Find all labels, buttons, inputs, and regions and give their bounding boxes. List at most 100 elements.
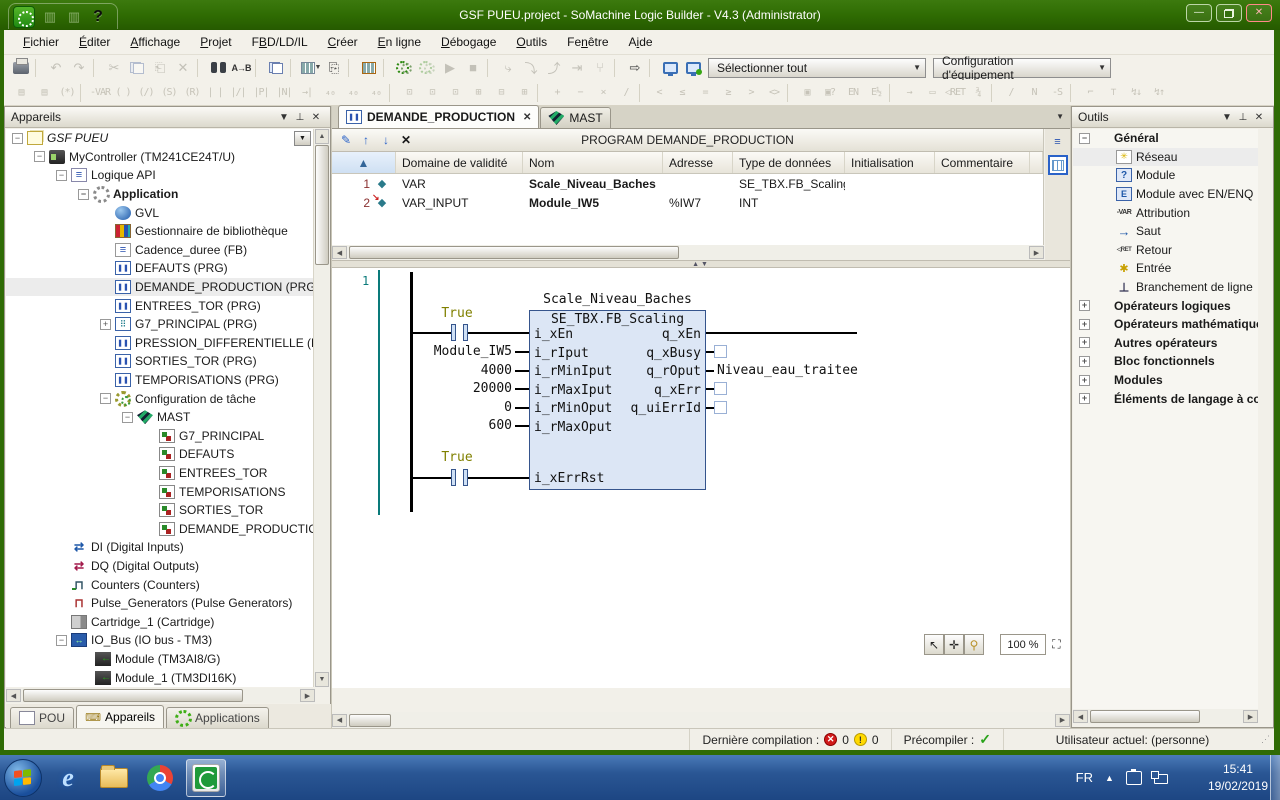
declaration-row[interactable]: 1 VAR Scale_Niveau_Baches SE_TBX.FB_Scal… xyxy=(332,174,1043,193)
ld-toolbar-icon[interactable]: − xyxy=(569,83,591,103)
cell-scope[interactable]: VAR xyxy=(396,174,523,193)
cell-init[interactable] xyxy=(845,174,935,193)
device-tree-item[interactable]: G7_PRINCIPAL xyxy=(6,427,315,446)
cell-comment[interactable] xyxy=(935,193,1030,212)
find-icon[interactable] xyxy=(207,57,229,78)
input-operand[interactable]: 4000 xyxy=(372,363,512,378)
pin-icon[interactable]: ⊥ xyxy=(292,110,308,125)
device-tree-item[interactable]: Module_1 (TM3DI16K) xyxy=(6,668,315,687)
tree-expander-icon[interactable] xyxy=(1101,189,1112,200)
device-add-icon[interactable] xyxy=(682,57,704,78)
output-placeholder-box[interactable] xyxy=(714,401,727,414)
fb-input-pin[interactable]: i_rMaxOput xyxy=(534,420,612,435)
help-icon[interactable]: ? xyxy=(89,8,107,26)
fb-input-pin[interactable]: i_xErrRst xyxy=(534,471,604,486)
tab-demande-production[interactable]: DEMANDE_PRODUCTION ✕ xyxy=(338,105,539,128)
input-operand[interactable]: Module_IW5 xyxy=(372,344,512,359)
tree-expander-icon[interactable]: + xyxy=(1079,393,1090,404)
column-header-scope[interactable]: Domaine de validité xyxy=(396,152,523,173)
close-tab-icon[interactable]: ✕ xyxy=(523,112,531,123)
tool-item[interactable]: + Modules xyxy=(1073,371,1258,390)
tool-item[interactable]: + Bloc fonctionnels xyxy=(1073,352,1258,371)
ld-toolbar-icon[interactable]: ⊡ xyxy=(398,83,420,103)
canvas-hscrollbar[interactable]: ◀ ▶ xyxy=(332,712,1070,728)
device-tree-item[interactable]: DEMANDE_PRODUCTION xyxy=(6,519,315,538)
ld-toolbar-icon[interactable]: + xyxy=(546,83,568,103)
tree-expander-icon[interactable]: + xyxy=(1079,319,1090,330)
tree-expander-icon[interactable]: − xyxy=(34,151,45,162)
new-network-icon[interactable]: ▼ xyxy=(300,57,322,78)
ld-toolbar-icon[interactable] xyxy=(389,84,396,102)
ld-toolbar-icon[interactable]: -VAR xyxy=(89,83,111,103)
cut-icon[interactable]: ✂ xyxy=(103,57,125,78)
tree-expander-icon[interactable]: + xyxy=(1079,375,1090,386)
tree-expander-icon[interactable] xyxy=(1101,263,1112,274)
scroll-down-icon[interactable]: ▼ xyxy=(315,672,329,687)
tree-expander-icon[interactable] xyxy=(56,616,67,627)
tree-expander-icon[interactable] xyxy=(100,282,111,293)
run-icon[interactable]: ▶ xyxy=(439,57,461,78)
ld-toolbar-icon[interactable]: (*) xyxy=(56,83,78,103)
taskbar-chrome[interactable] xyxy=(140,759,180,797)
tree-expander-icon[interactable]: − xyxy=(12,133,23,144)
tree-expander-icon[interactable]: − xyxy=(56,635,67,646)
ld-toolbar-icon[interactable] xyxy=(639,84,646,102)
ld-toolbar-icon[interactable]: ▤ xyxy=(10,83,32,103)
column-header-comment[interactable]: Commentaire xyxy=(935,152,1030,173)
contact-operand[interactable]: True xyxy=(422,306,492,321)
ld-toolbar-icon[interactable]: <> xyxy=(763,83,785,103)
ld-toolbar-icon[interactable]: |P| xyxy=(250,83,272,103)
pin-icon[interactable]: ⊥ xyxy=(1235,110,1251,125)
navigator-tab[interactable]: POU xyxy=(10,707,74,728)
tree-expander-icon[interactable] xyxy=(100,356,111,367)
copy-icon[interactable] xyxy=(126,57,148,78)
menu-item[interactable]: Fenêtre xyxy=(558,32,617,52)
device-tree-item[interactable]: PRESSION_DIFFERENTIELLE (PRG) xyxy=(6,334,315,353)
device-tree-item[interactable]: − MAST xyxy=(6,408,315,427)
tree-expander-icon[interactable] xyxy=(1101,151,1112,162)
ld-toolbar-icon[interactable]: / xyxy=(1000,83,1022,103)
tree-expander-icon[interactable]: + xyxy=(100,319,111,330)
cell-address[interactable]: %IW7 xyxy=(663,193,733,212)
menu-item[interactable]: Affichage xyxy=(121,32,189,52)
device-tree-item[interactable]: DI (Digital Inputs) xyxy=(6,538,315,557)
ld-toolbar-icon[interactable]: → xyxy=(898,83,920,103)
tool-item[interactable]: Réseau xyxy=(1073,148,1258,167)
start-button[interactable] xyxy=(4,759,42,797)
tree-expander-icon[interactable] xyxy=(56,598,67,609)
ld-toolbar-icon[interactable]: ▣ xyxy=(796,83,818,103)
declaration-hscrollbar[interactable]: ◀ ▶ xyxy=(332,245,1044,260)
device-tree-hscrollbar[interactable]: ◀ ▶ xyxy=(6,688,315,703)
scroll-right-icon[interactable]: ▶ xyxy=(1243,710,1258,723)
ld-toolbar-icon[interactable]: ⊡ xyxy=(444,83,466,103)
print-icon[interactable] xyxy=(10,57,32,78)
ld-toolbar-icon[interactable] xyxy=(991,84,998,102)
fb-instance-name[interactable]: Scale_Niveau_Baches xyxy=(529,292,706,307)
select-all-dropdown[interactable]: Sélectionner tout ▼ xyxy=(708,58,926,78)
fb-input-pin[interactable]: i_rMaxIput xyxy=(534,383,612,398)
tree-expander-icon[interactable]: + xyxy=(1079,356,1090,367)
tree-expander-icon[interactable] xyxy=(1101,170,1112,181)
taskbar-somachine[interactable] xyxy=(186,759,226,797)
tree-expander-icon[interactable] xyxy=(56,560,67,571)
column-header-address[interactable]: Adresse xyxy=(663,152,733,173)
ld-toolbar-icon[interactable]: | | xyxy=(204,83,226,103)
save-all-icon[interactable]: ▥ xyxy=(65,8,83,26)
menu-item[interactable]: Créer xyxy=(319,32,367,52)
select-cursor-button[interactable]: ↖ xyxy=(924,634,944,655)
tool-item[interactable]: Branchement de ligne xyxy=(1073,278,1258,297)
ld-toolbar-icon[interactable]: ⊤ xyxy=(1102,83,1124,103)
panel-menu-icon[interactable]: ▼ xyxy=(276,110,292,125)
cell-type[interactable]: INT xyxy=(733,193,845,212)
tree-expander-icon[interactable] xyxy=(100,337,111,348)
stop-icon[interactable]: ■ xyxy=(462,57,484,78)
tool-item[interactable]: − Général xyxy=(1073,129,1258,148)
taskbar-file-explorer[interactable] xyxy=(94,759,134,797)
tree-expander-icon[interactable]: − xyxy=(1079,133,1090,144)
device-tree-item[interactable]: DEFAUTS xyxy=(6,445,315,464)
input-operand[interactable]: 600 xyxy=(372,418,512,433)
sort-column-header[interactable]: ▲ xyxy=(332,152,396,173)
minimize-button[interactable]: — xyxy=(1186,4,1212,22)
cell-init[interactable] xyxy=(845,193,935,212)
text-view-button[interactable]: ≡ xyxy=(1048,132,1068,152)
